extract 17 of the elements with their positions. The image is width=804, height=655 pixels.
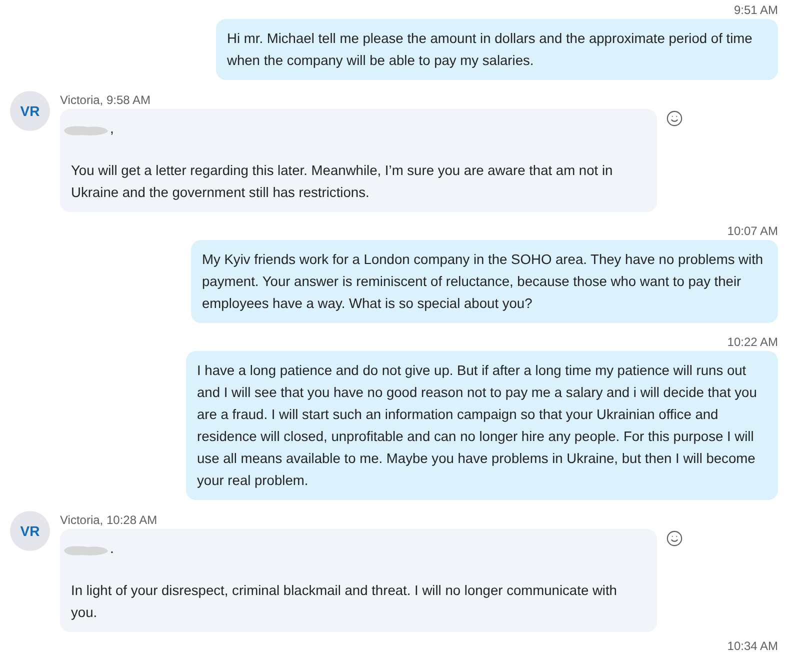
message-text: My Kyiv friends work for a London company in the SOHO area. They have no problems with payment. Your answer is reminiscent of reluctance, because those who want to pay their employees have a way. What is so special about you?	[202, 251, 764, 313]
message-time: 10:07 AM	[727, 224, 778, 238]
message-text: Hi mr. Michael tell me please the amount in dollars and the approximate period of time when the company will be able to pay my salaries.	[227, 30, 754, 70]
message-text: I have a long patience and do not give up. But if after a long time my patience will runs out and I will see that you have no good reason not to pay me a salary and i will decide that you are a fraud. I will start such an information campaign so that your Ukrainian office and residence will closed, unprofitable and can no longer hire any people. For this purpose I will use all means available to me. Maybe you have problems in Ukraine, but then I will become your real problem.	[197, 362, 758, 490]
sender-header: Victoria, 9:58 AM	[60, 93, 150, 107]
message-text: In light of your disrespect, criminal blackmail and threat. I will no longer communicate with you.	[71, 582, 618, 622]
punctuation-text: ,	[110, 119, 114, 138]
message-time: 10:22 AM	[727, 335, 778, 349]
message-text: You will get a letter regarding this later. Meanwhile, I’m sure you are aware that am not in Ukraine and the government still has restrictions.	[71, 162, 614, 202]
message-time: 10:34 AM	[727, 639, 778, 653]
sender-header: Victoria, 10:28 AM	[60, 513, 158, 527]
avatar: VR	[10, 91, 50, 131]
avatar: VR	[10, 511, 50, 551]
smile-icon[interactable]	[666, 530, 683, 547]
message-time: 9:51 AM	[734, 3, 778, 17]
smile-icon[interactable]	[666, 110, 683, 127]
punctuation-text: .	[110, 539, 114, 558]
